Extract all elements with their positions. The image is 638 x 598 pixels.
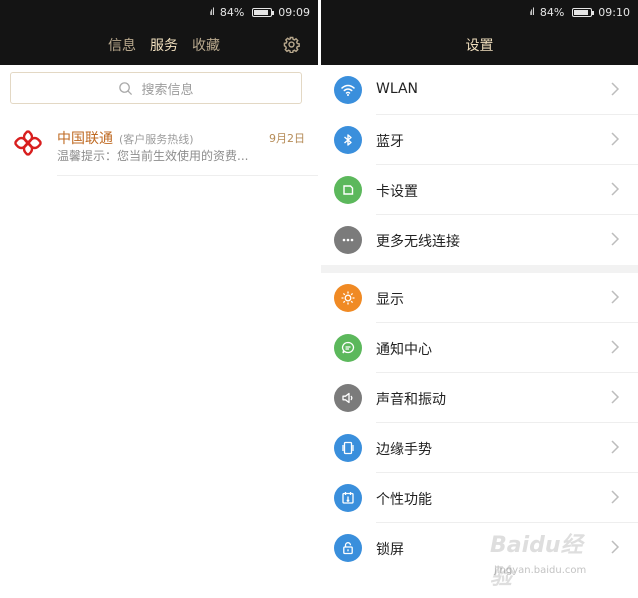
settings-item[interactable]: 声音和振动 (321, 373, 638, 423)
battery-icon (572, 7, 595, 17)
app-bar: 设置 (321, 24, 638, 65)
battery-percent: 84% (539, 5, 565, 19)
status-bar: ᵢıl 84% 09:09 (0, 0, 318, 24)
tab-favorites[interactable]: 收藏 (192, 35, 220, 55)
settings-item-label: 卡设置 (376, 184, 418, 200)
battery-percent: 84% (219, 5, 245, 19)
chevron-right-icon (610, 439, 620, 455)
chevron-right-icon (610, 389, 620, 405)
chevron-right-icon (610, 231, 620, 247)
search-input[interactable]: 搜索信息 (10, 72, 302, 104)
page-title: 设置 (465, 37, 494, 54)
screenshot-pair: ᵢıl 84% 09:09 信息 服务 收藏 搜索信息 中国联通 (客户服务热线… (0, 0, 638, 598)
settings-item-label: 个性功能 (376, 492, 432, 508)
sender-name: 中国联通 (57, 131, 113, 147)
settings-screen: ᵢıl 84% 09:10 设置 WLAN 蓝牙卡设置更多无线连接 显示通知中心声音… (321, 0, 638, 598)
search-placeholder: 搜索信息 (141, 82, 194, 98)
app-bar: 信息 服务 收藏 (0, 24, 318, 65)
sender-tag: (客户服务热线) (119, 133, 194, 146)
settings-item-label: 蓝牙 (376, 134, 404, 150)
edge-gesture-icon (334, 434, 362, 462)
tab-info[interactable]: 信息 (108, 35, 136, 55)
chevron-right-icon (610, 131, 620, 147)
message-date: 9月2日 (269, 132, 305, 145)
settings-item-label: WLAN (376, 81, 419, 97)
features-icon (334, 484, 362, 512)
search-icon (119, 81, 133, 95)
chevron-right-icon (610, 289, 620, 305)
messages-screen: ᵢıl 84% 09:09 信息 服务 收藏 搜索信息 中国联通 (客户服务热线… (0, 0, 318, 598)
status-bar: ᵢıl 84% 09:10 (321, 0, 638, 24)
chevron-right-icon (610, 539, 620, 555)
tab-service[interactable]: 服务 (150, 35, 178, 55)
sim-card-icon (334, 176, 362, 204)
settings-item[interactable]: 边缘手势 (321, 423, 638, 473)
settings-item-label: 显示 (376, 292, 404, 308)
settings-item-label: 更多无线连接 (376, 234, 460, 250)
battery-icon (252, 7, 275, 17)
message-preview: 温馨提示：您当前生效使用的资费... (57, 149, 249, 163)
signal-icon: ᵢıl (209, 6, 215, 18)
status-time: 09:09 (278, 5, 310, 19)
wifi-icon (334, 76, 362, 104)
group-separator (321, 265, 638, 273)
settings-item[interactable]: 卡设置 (321, 165, 638, 215)
settings-item[interactable]: 个性功能 (321, 473, 638, 523)
settings-item[interactable]: 更多无线连接 (321, 215, 638, 265)
lock-icon (334, 534, 362, 562)
chevron-right-icon (610, 81, 620, 97)
settings-item-label: 通知中心 (376, 342, 432, 358)
divider (57, 175, 318, 176)
settings-item[interactable]: 显示 (321, 273, 638, 323)
chevron-right-icon (610, 339, 620, 355)
status-time: 09:10 (598, 5, 630, 19)
china-unicom-logo-icon (13, 130, 43, 156)
more-icon (334, 226, 362, 254)
settings-item[interactable]: 蓝牙 (321, 115, 638, 165)
settings-item-label: 锁屏 (376, 542, 404, 558)
settings-list: WLAN 蓝牙卡设置更多无线连接 显示通知中心声音和振动边缘手势个性功能锁屏 (321, 65, 638, 573)
notification-icon (334, 334, 362, 362)
speaker-icon (334, 384, 362, 412)
settings-item-label: 声音和振动 (376, 392, 446, 408)
chevron-right-icon (610, 489, 620, 505)
list-item[interactable]: 中国联通 (客户服务热线) 9月2日 温馨提示：您当前生效使用的资费... (0, 120, 318, 176)
brightness-icon (334, 284, 362, 312)
settings-item[interactable]: 通知中心 (321, 323, 638, 373)
bluetooth-icon (334, 126, 362, 154)
chevron-right-icon (610, 181, 620, 197)
gear-icon[interactable] (283, 36, 300, 53)
settings-item[interactable]: WLAN (321, 65, 638, 115)
settings-item[interactable]: 锁屏 (321, 523, 638, 573)
message-header: 中国联通 (客户服务热线) 9月2日 (57, 128, 305, 148)
tab-bar: 信息 服务 收藏 (108, 35, 220, 55)
settings-item-label: 边缘手势 (376, 442, 432, 458)
signal-icon: ᵢıl (529, 6, 535, 18)
